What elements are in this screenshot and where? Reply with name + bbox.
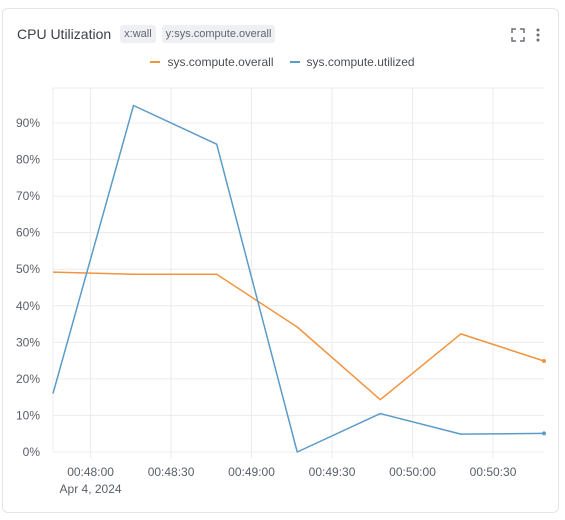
y-tick-label: 80% bbox=[16, 153, 40, 167]
series-line-overall bbox=[52, 271, 545, 401]
y-tick-label: 20% bbox=[16, 372, 40, 386]
y-tick-label: 90% bbox=[16, 116, 40, 130]
y-tick-label: 60% bbox=[16, 226, 40, 240]
series-line-utilized-end-point bbox=[542, 431, 546, 436]
line-chart: 0% 10% 20% 30% 40% 50% 60% 70% 80% 90% 00:48:00 00:… bbox=[16, 87, 546, 496]
x-tick-label: 00:50:00 bbox=[389, 465, 436, 479]
x-tick-label: 00:49:30 bbox=[309, 465, 356, 479]
y-tick-label: 70% bbox=[16, 189, 40, 203]
x-tick-label: 00:49:00 bbox=[228, 465, 275, 479]
x-tick-label: 00:48:30 bbox=[148, 465, 195, 479]
y-tick-label: 10% bbox=[16, 408, 40, 422]
x-tick-label: 00:48:00 bbox=[67, 465, 114, 479]
x-date-label: Apr 4, 2024 bbox=[60, 482, 122, 496]
y-tick-label: 30% bbox=[16, 335, 40, 349]
y-tick-label: 50% bbox=[16, 262, 40, 276]
y-tick-label: 40% bbox=[16, 299, 40, 313]
series-line-overall-end-point bbox=[542, 358, 546, 363]
series-line-utilized bbox=[52, 104, 545, 453]
x-tick-label: 00:50:30 bbox=[470, 465, 517, 479]
y-tick-label: 0% bbox=[23, 445, 41, 459]
